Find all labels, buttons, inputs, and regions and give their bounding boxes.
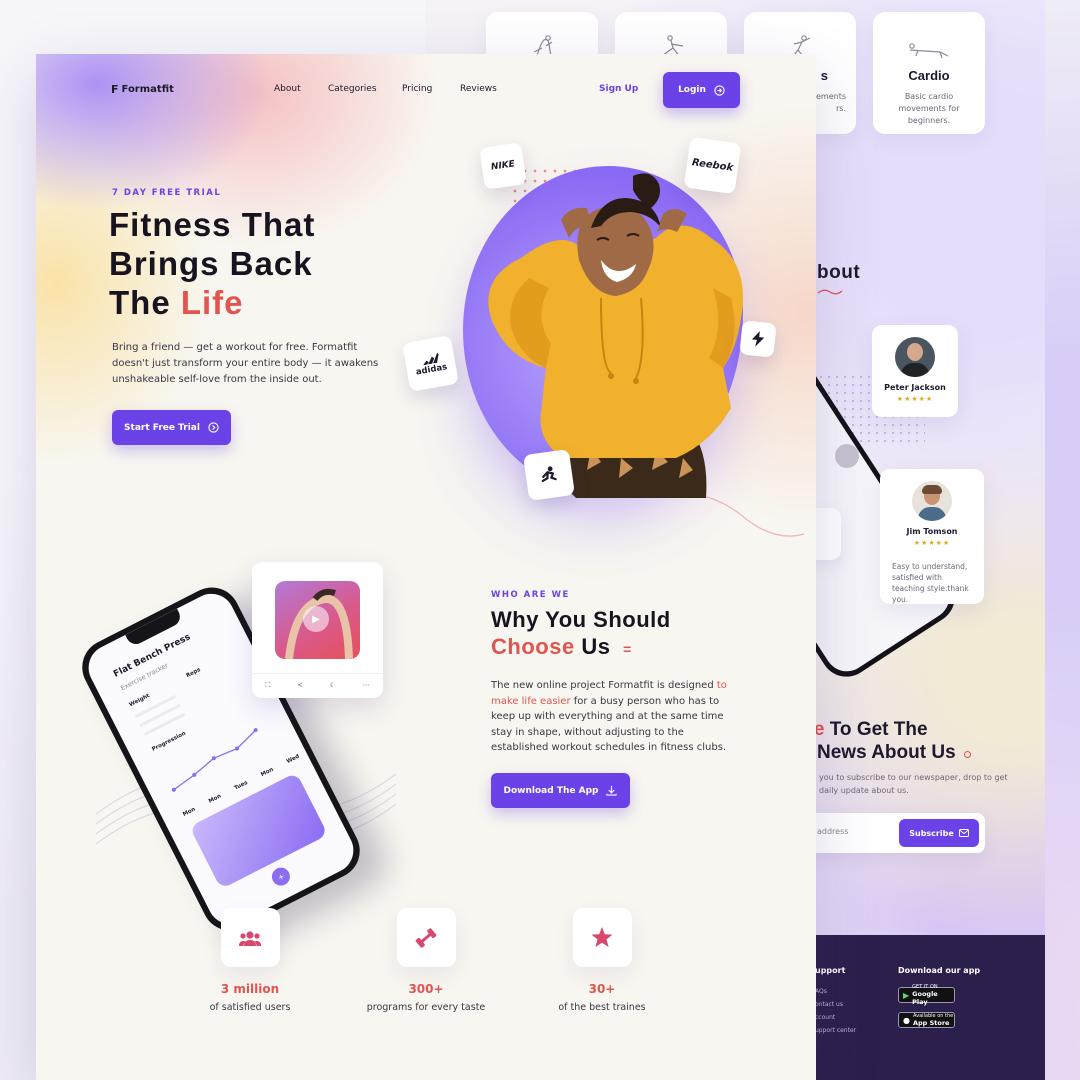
rating-stars: ★★★★★ xyxy=(913,539,951,547)
login-button[interactable]: Login xyxy=(663,72,740,108)
plank-pose-icon xyxy=(873,34,985,60)
stat-users: 3 million of satisfied users xyxy=(170,908,330,1013)
subscribe-button[interactable]: Subscribe xyxy=(899,819,979,847)
stat-programs: 300+ programs for every taste xyxy=(346,908,506,1013)
email-field[interactable]: address xyxy=(817,827,848,836)
plus-icon: + xyxy=(268,864,294,889)
app-store-button[interactable]: ● Available on the App Store xyxy=(898,1012,955,1028)
google-play-button[interactable]: ▶ GET IT ON Google Play xyxy=(898,984,955,1006)
star-icon xyxy=(572,908,632,967)
nav-categories[interactable]: Categories xyxy=(328,84,377,94)
arrow-circle-icon xyxy=(208,422,219,433)
why-title: Why You Should Choose Us = xyxy=(491,607,671,659)
why-description: The new online project Formatfit is desi… xyxy=(491,680,727,753)
footer-link[interactable]: AQs xyxy=(815,988,827,995)
avatar xyxy=(895,337,935,377)
hero-eyebrow: 7 DAY FREE TRIAL xyxy=(112,188,222,198)
footer-link[interactable]: upport center xyxy=(815,1027,856,1034)
hero-description: Bring a friend — get a workout for free.… xyxy=(112,342,379,385)
review-card[interactable]: Jim Tomson ★★★★★ Easy to understand, sat… xyxy=(880,469,984,604)
subscribe-heading: ibe To Get The News About Us xyxy=(797,718,971,764)
footer-link[interactable]: ontact us xyxy=(815,1001,843,1008)
logo-mark: F xyxy=(111,83,119,96)
download-app-button[interactable]: Download The App xyxy=(491,773,630,808)
apple-icon: ● xyxy=(903,1015,910,1025)
reebok-logo-tile: Reebok xyxy=(683,136,742,195)
nike-logo-tile: NIKE xyxy=(479,142,527,190)
play-store-icon: ▶ xyxy=(903,990,910,1000)
users-icon xyxy=(220,908,280,967)
why-eyebrow: WHO ARE WE xyxy=(491,590,570,600)
heading-squiggle xyxy=(817,289,843,295)
video-thumbnail: ▶ xyxy=(275,581,360,659)
adidas-logo-tile: adidas xyxy=(402,335,459,392)
subscribe-form: address Subscribe xyxy=(805,813,985,853)
start-free-trial-button[interactable]: Start Free Trial xyxy=(112,410,231,445)
mail-icon xyxy=(958,829,969,837)
brand-name: Formatfit xyxy=(121,84,174,95)
skier-icon xyxy=(523,449,575,501)
download-icon xyxy=(606,785,618,796)
avatar xyxy=(835,444,859,468)
fullscreen-icon[interactable]: ⛶ xyxy=(265,681,270,690)
share-icon[interactable]: ≺ xyxy=(297,681,303,690)
circle-decoration xyxy=(963,751,971,758)
rating-stars: ★★★★★ xyxy=(896,395,934,403)
lightning-icon xyxy=(739,320,777,358)
category-card-cardio[interactable]: Cardio Basic cardio movements for beginn… xyxy=(873,12,985,134)
video-card[interactable]: ▶ ⛶ ≺ ☾ ⋯ xyxy=(252,562,383,698)
signup-link[interactable]: Sign Up xyxy=(599,84,638,94)
landing-page: F Formatfit About Categories Pricing Rev… xyxy=(36,54,816,1080)
avatar xyxy=(912,481,952,521)
review-card[interactable]: Peter Jackson ★★★★★ xyxy=(872,325,958,417)
nav-reviews[interactable]: Reviews xyxy=(460,84,497,94)
about-heading: bout xyxy=(817,262,861,283)
stat-trainers: 30+ of the best traines xyxy=(522,908,682,1013)
play-icon[interactable]: ▶ xyxy=(303,606,329,632)
moon-icon[interactable]: ☾ xyxy=(330,681,336,690)
more-icon[interactable]: ⋯ xyxy=(363,681,370,690)
nav-about[interactable]: About xyxy=(274,84,301,94)
hero-title: Fitness That Brings Back The Life xyxy=(109,206,316,321)
nav-pricing[interactable]: Pricing xyxy=(402,84,432,94)
hero-person-illustration xyxy=(488,173,743,498)
brand-logo[interactable]: F Formatfit xyxy=(111,83,174,96)
dumbbell-icon xyxy=(396,908,456,967)
login-arrow-icon xyxy=(714,84,725,96)
equals-decoration: = xyxy=(623,641,632,657)
footer-link[interactable]: ccount xyxy=(815,1014,835,1021)
